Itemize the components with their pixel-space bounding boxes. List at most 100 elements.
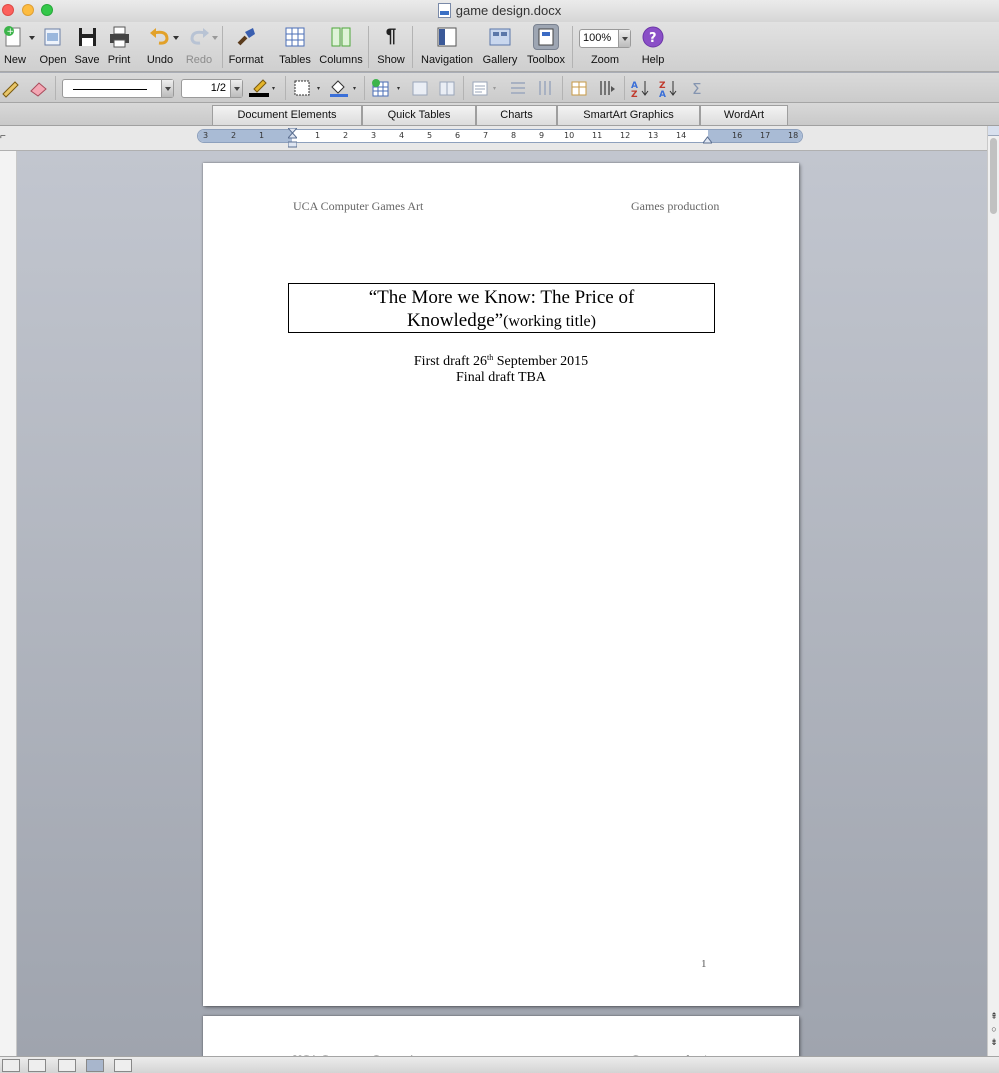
open-button[interactable]: Open: [38, 24, 68, 66]
title-suffix: (working title): [503, 313, 596, 330]
text-direction-icon[interactable]: [597, 78, 617, 98]
floppy-disk-icon: [74, 24, 100, 50]
insert-table-icon[interactable]: [370, 78, 400, 98]
zoom-select[interactable]: 100%: [579, 29, 631, 48]
line-style-select[interactable]: [62, 79, 174, 98]
ruler-tick-label: 2: [231, 131, 237, 140]
print-layout-view-icon[interactable]: [86, 1059, 104, 1072]
title-text-box[interactable]: “The More we Know: The Price of Knowledg…: [288, 283, 715, 333]
ruler-tick-label: 9: [539, 131, 545, 140]
new-button[interactable]: + New: [0, 24, 30, 66]
gallery-icon: [487, 24, 513, 50]
elements-ribbon: Document Elements Quick Tables Charts Sm…: [0, 103, 999, 126]
browse-object-icon[interactable]: ○: [989, 1024, 999, 1035]
columns-button[interactable]: Columns: [318, 24, 364, 66]
toolbar-separator: [285, 76, 286, 100]
tab-document-elements[interactable]: Document Elements: [212, 105, 362, 125]
toolbox-button[interactable]: Toolbox: [524, 24, 568, 66]
toolbar-separator: [55, 76, 56, 100]
vertical-scrollbar[interactable]: ⇞ ○ ⇟: [987, 126, 999, 1056]
title-line-2: Knowledge”: [407, 310, 504, 331]
undo-dropdown-caret[interactable]: [173, 36, 179, 40]
focus-view-icon[interactable]: [114, 1059, 132, 1072]
tab-charts[interactable]: Charts: [476, 105, 557, 125]
ruler-tick-label: 2: [343, 131, 349, 140]
line-weight-select[interactable]: 1/2: [181, 79, 243, 98]
tab-stop-selector-icon[interactable]: ⌐: [0, 131, 6, 142]
zoom-control[interactable]: 100% Zoom: [578, 24, 632, 66]
distribute-columns-icon[interactable]: [535, 78, 555, 98]
first-line-indent-marker[interactable]: [286, 127, 299, 148]
redo-arrow-icon: [186, 24, 212, 50]
print-button[interactable]: Print: [104, 24, 134, 66]
toolbar-separator: [364, 76, 365, 100]
shading-bucket-icon[interactable]: [328, 78, 356, 98]
tab-quick-tables[interactable]: Quick Tables: [362, 105, 476, 125]
show-button[interactable]: ¶ Show: [374, 24, 408, 66]
align-cells-icon[interactable]: [470, 78, 496, 98]
new-document-icon: +: [2, 24, 28, 50]
ruler-tick-label: 6: [455, 131, 461, 140]
tab-wordart[interactable]: WordArt: [700, 105, 788, 125]
title-line-1: “The More we Know: The Price of: [368, 287, 635, 308]
line-style-dropdown-arrow[interactable]: [161, 80, 173, 97]
redo-button[interactable]: Redo: [182, 24, 216, 66]
pen-color-icon[interactable]: [248, 78, 275, 98]
right-indent-marker[interactable]: [702, 132, 713, 144]
zoom-dropdown-arrow[interactable]: [618, 30, 630, 47]
sort-descending-icon[interactable]: ZA: [658, 78, 678, 100]
document-page-2[interactable]: UCA Computer Games Art Games production: [203, 1016, 799, 1056]
window-title: game design.docx: [0, 3, 999, 18]
ruler-tick-label: 14: [676, 131, 687, 140]
toolbox-icon: [533, 24, 559, 50]
next-page-icon[interactable]: ⇟: [989, 1037, 999, 1048]
publishing-view-icon[interactable]: [58, 1059, 76, 1072]
tab-smartart-graphics[interactable]: SmartArt Graphics: [557, 105, 700, 125]
svg-text:A: A: [659, 90, 666, 98]
ruler-tick-label: 18: [788, 131, 799, 140]
navigation-button[interactable]: Navigation: [417, 24, 477, 66]
ruler-tick-label: 13: [648, 131, 659, 140]
autosum-icon[interactable]: Σ: [689, 78, 709, 98]
columns-icon: [328, 24, 354, 50]
svg-text:?: ?: [649, 31, 657, 46]
scrollbar-thumb[interactable]: [990, 138, 997, 214]
redo-dropdown-caret[interactable]: [212, 36, 218, 40]
document-canvas[interactable]: UCA Computer Games Art Games production …: [17, 151, 987, 1056]
svg-text:Z: Z: [631, 90, 638, 98]
format-brush-icon: [233, 24, 259, 50]
gallery-button[interactable]: Gallery: [480, 24, 520, 66]
new-dropdown-caret[interactable]: [29, 36, 35, 40]
help-question-icon: ?: [640, 24, 666, 50]
svg-text:Σ: Σ: [692, 80, 701, 98]
final-draft-line: Final draft TBA: [456, 370, 546, 385]
borders-icon[interactable]: [292, 78, 320, 98]
split-view-handle-icon[interactable]: [988, 126, 999, 136]
ruler-tick-label: 17: [760, 131, 771, 140]
ruler-tick-label: 10: [564, 131, 575, 140]
svg-text:+: +: [7, 27, 15, 37]
save-button[interactable]: Save: [72, 24, 102, 66]
previous-page-icon[interactable]: ⇞: [989, 1011, 999, 1022]
tables-button[interactable]: Tables: [276, 24, 314, 66]
format-button[interactable]: Format: [226, 24, 266, 66]
distribute-rows-icon[interactable]: [508, 78, 528, 98]
left-margin-strip: [0, 151, 17, 1056]
table-layout-icon[interactable]: [410, 78, 430, 98]
eraser-icon[interactable]: [28, 78, 48, 98]
sort-ascending-icon[interactable]: AZ: [630, 78, 650, 100]
toolbar-separator: [463, 76, 464, 100]
document-page-1[interactable]: UCA Computer Games Art Games production …: [203, 163, 799, 1006]
ruler-tick-label: 16: [732, 131, 743, 140]
line-weight-dropdown-arrow[interactable]: [230, 80, 242, 97]
draft-view-icon[interactable]: [2, 1059, 20, 1072]
outline-view-icon[interactable]: [28, 1059, 46, 1072]
standard-toolbar: + New Open Save Print Undo Redo Format T…: [0, 22, 999, 72]
help-button[interactable]: ? Help: [638, 24, 668, 66]
undo-button[interactable]: Undo: [143, 24, 177, 66]
split-cells-icon[interactable]: [437, 78, 457, 98]
toolbar-separator: [624, 76, 625, 100]
draw-pencil-icon[interactable]: [0, 78, 20, 98]
printer-icon: [106, 24, 132, 50]
table-autoformat-icon[interactable]: [569, 78, 589, 98]
